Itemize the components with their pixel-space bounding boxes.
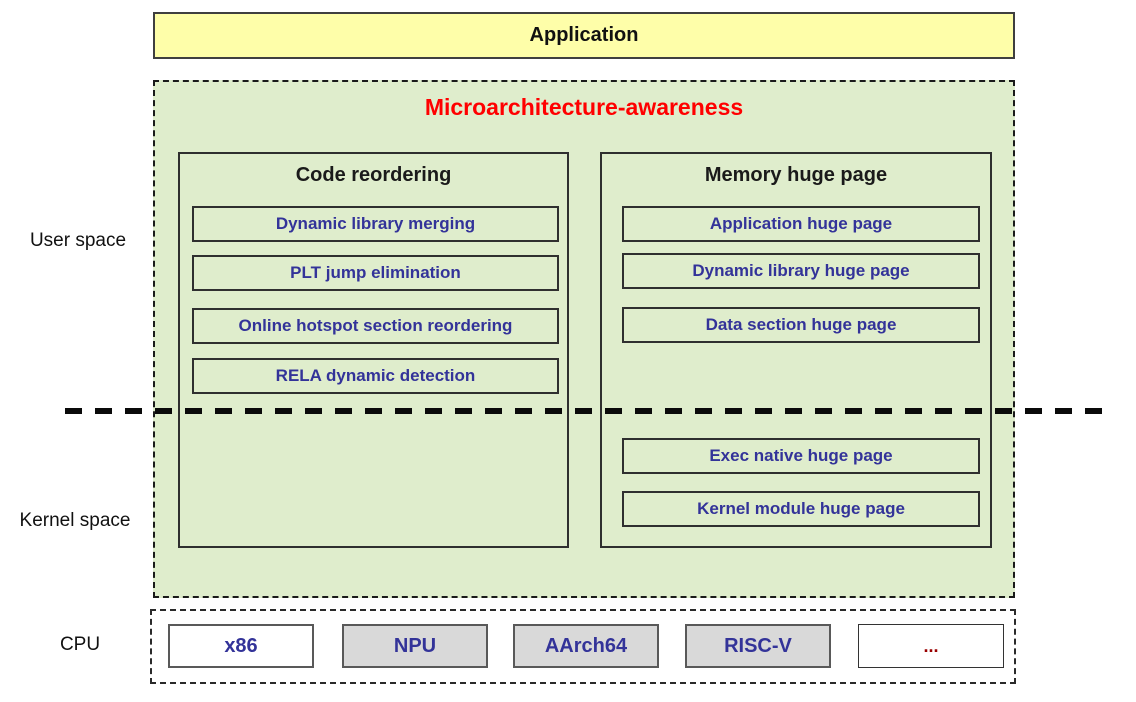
feature-rela-dynamic-detection: RELA dynamic detection [192,358,559,394]
memory-huge-page-title: Memory huge page [602,164,990,187]
feature-dynamic-library-huge-page: Dynamic library huge page [622,253,980,289]
framework-title: Microarchitecture-awareness [155,94,1013,121]
feature-data-section-huge-page: Data section huge page [622,307,980,343]
memory-huge-page-group: Memory huge page Application huge page D… [600,152,992,548]
feature-exec-native-huge-page: Exec native huge page [622,438,980,474]
cpu-chip-aarch64: AArch64 [513,624,659,668]
diagram-canvas: User space Kernel space CPU Application … [0,0,1136,702]
cpu-chip-ellipsis: ... [858,624,1004,668]
feature-kernel-module-huge-page: Kernel module huge page [622,491,980,527]
cpu-label: CPU [30,634,130,656]
code-reordering-group: Code reordering Dynamic library merging … [178,152,569,548]
feature-dynamic-library-merging: Dynamic library merging [192,206,559,242]
kernel-space-label: Kernel space [0,510,150,532]
microarchitecture-awareness-container: Microarchitecture-awareness Code reorder… [153,80,1015,598]
application-box-label: Application [530,24,639,47]
cpu-chip-x86: x86 [168,624,314,668]
user-kernel-space-divider [65,408,1112,414]
cpu-container: x86 NPU AArch64 RISC-V ... [150,609,1016,684]
cpu-chip-riscv: RISC-V [685,624,831,668]
user-space-label: User space [8,230,148,252]
application-box: Application [153,12,1015,59]
feature-application-huge-page: Application huge page [622,206,980,242]
feature-plt-jump-elimination: PLT jump elimination [192,255,559,291]
feature-online-hotspot-section-reordering: Online hotspot section reordering [192,308,559,344]
cpu-chip-npu: NPU [342,624,488,668]
code-reordering-title: Code reordering [180,164,567,187]
